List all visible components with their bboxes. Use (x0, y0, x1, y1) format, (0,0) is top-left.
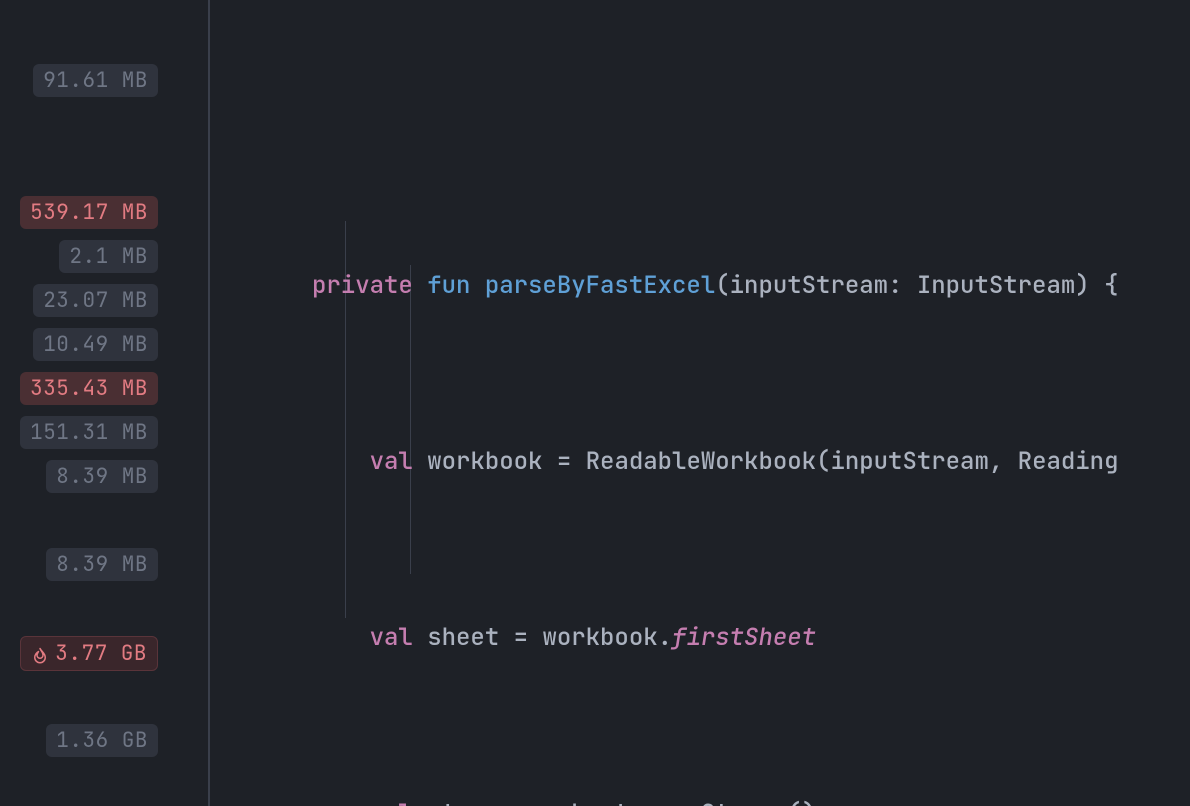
code-line: val sheet = workbook.firstSheet (240, 616, 1190, 660)
kw-fun: fun (427, 270, 470, 301)
ref: workbook (542, 622, 657, 653)
mem-badge[interactable]: 8.39 MB (46, 548, 158, 581)
code-line: private fun parseByFastExcel(inputStream… (240, 264, 1190, 308)
ctor: ReadableWorkbook (586, 446, 816, 477)
mem-badge-text: 10.49 MB (43, 331, 148, 358)
mem-badge-text: 539.17 MB (30, 199, 148, 226)
var-workbook: workbook (427, 446, 542, 477)
memory-gutter: 91.61 MB 539.17 MB 2.1 MB 23.07 MB 10.49… (0, 0, 210, 806)
mem-badge[interactable]: 151.31 MB (20, 416, 158, 449)
mem-badge-text: 8.39 MB (56, 551, 148, 578)
param-type: InputStream (917, 270, 1075, 301)
mem-badge-text: 1.36 GB (56, 727, 148, 754)
mem-badge[interactable]: 335.43 MB (20, 372, 158, 405)
mem-badge[interactable]: 2.1 MB (59, 240, 158, 273)
param-name: inputStream (730, 270, 888, 301)
code-line: val stream = sheet.openStream() (240, 792, 1190, 806)
mem-badge[interactable]: 10.49 MB (33, 328, 158, 361)
mem-badge-text: 335.43 MB (30, 375, 148, 402)
mem-badge-text: 3.77 GB (55, 640, 147, 667)
kw-val: val (370, 622, 413, 653)
arg: inputStream (830, 446, 988, 477)
mem-badge-text: 151.31 MB (30, 419, 148, 446)
ref: sheet (557, 798, 629, 806)
mem-badge[interactable]: 91.61 MB (33, 64, 158, 97)
mem-badge[interactable]: 539.17 MB (20, 196, 158, 229)
kw-val: val (370, 798, 413, 806)
code-editor[interactable]: private fun parseByFastExcel(inputStream… (210, 0, 1190, 806)
indent-guide (410, 265, 411, 574)
kw-val: val (370, 446, 413, 477)
arg: Reading (1018, 446, 1119, 477)
code-line: val workbook = ReadableWorkbook(inputStr… (240, 440, 1190, 484)
mem-badge-hot[interactable]: 3.77 GB (20, 636, 158, 671)
var-stream: stream (427, 798, 513, 806)
editor-root: 91.61 MB 539.17 MB 2.1 MB 23.07 MB 10.49… (0, 0, 1190, 806)
kw-private: private (312, 270, 413, 301)
mem-badge-text: 2.1 MB (69, 243, 148, 270)
m-openStream: openStream (643, 798, 787, 806)
mem-badge-text: 8.39 MB (56, 463, 148, 490)
fn-name: parseByFastExcel (485, 270, 715, 301)
mem-badge-text: 91.61 MB (43, 67, 148, 94)
mem-badge[interactable]: 23.07 MB (33, 284, 158, 317)
mem-badge[interactable]: 8.39 MB (46, 460, 158, 493)
prop-firstSheet: firstSheet (672, 622, 816, 653)
mem-badge[interactable]: 1.36 GB (46, 724, 158, 757)
var-sheet: sheet (427, 622, 499, 653)
mem-badge-text: 23.07 MB (43, 287, 148, 314)
flame-icon (31, 645, 49, 663)
